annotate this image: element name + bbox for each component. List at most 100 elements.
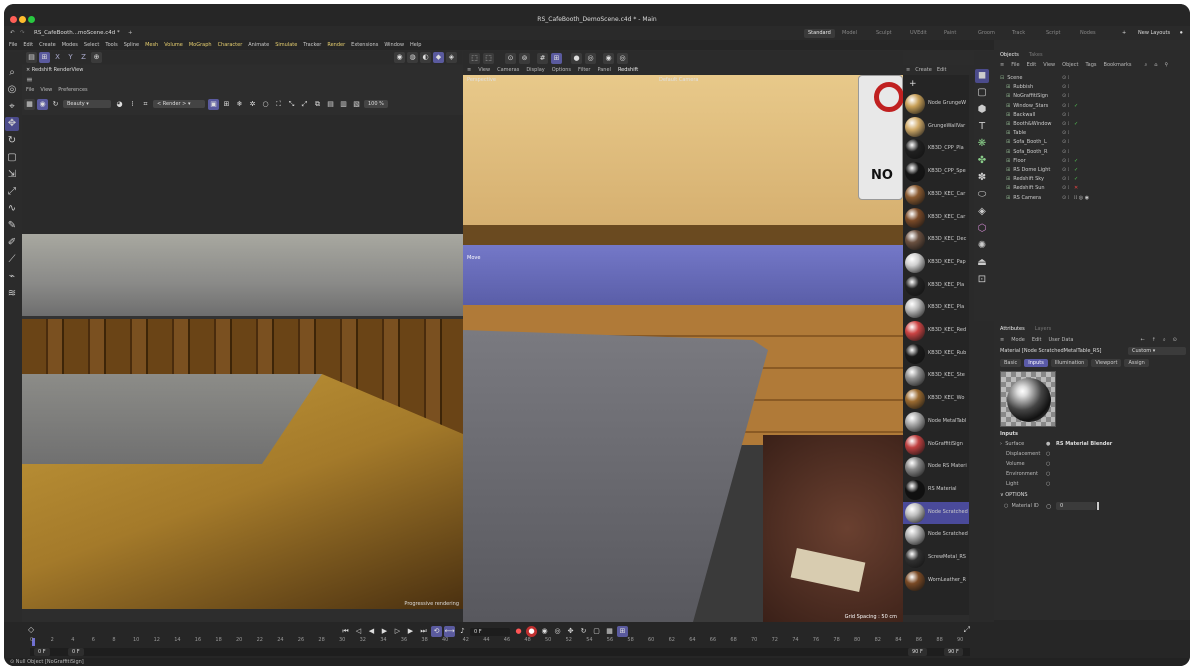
new-tab-button[interactable]: + [128,28,133,38]
am-menu-userdata[interactable]: User Data [1049,337,1074,343]
rotate-tool-icon[interactable]: ↻ [5,134,19,148]
zoom-field[interactable]: 100 % [364,100,388,108]
check-icon[interactable]: ✓ [1074,166,1078,175]
menu-create[interactable]: Create [39,42,56,48]
color-circle-icon[interactable]: ◕ [114,99,125,110]
options-section[interactable]: ∨ OPTIONS [1000,492,1028,498]
object-mode-icon[interactable]: ◆ [433,52,444,63]
om-menu-bookmarks[interactable]: Bookmarks [1104,62,1132,68]
refresh-icon[interactable]: ↻ [50,99,61,110]
save-image-icon[interactable]: ▥ [338,99,349,110]
am-search-icon[interactable]: ⌕ [1163,337,1166,343]
om-filter-icon[interactable]: ⚲ [1164,62,1168,68]
camera-obj-icon[interactable]: ⬡ [975,222,989,236]
om-menu-file[interactable]: File [1011,62,1019,68]
axis-x[interactable]: X [52,52,63,63]
menu-simulate[interactable]: Simulate [275,42,297,48]
subtab-inputs[interactable]: Inputs [1024,359,1048,367]
polygon-mode-icon[interactable]: ◐ [420,52,431,63]
visibility-dots-icon[interactable]: ⊙ ⁞ [1062,92,1069,101]
edge-mode-icon[interactable]: ◍ [407,52,418,63]
viewport[interactable]: NO Perspective Default Camera Move Grid … [463,75,903,622]
om-menu-view[interactable]: View [1043,62,1055,68]
attr-field-dot-icon[interactable]: ○ [1046,481,1050,487]
visibility-dots-icon[interactable]: ⊙ ⁞ [1062,74,1069,83]
light-icon[interactable]: ◎ [617,53,628,64]
new-layouts-label[interactable]: New Layouts [1134,29,1174,38]
vp-menu-redshift[interactable]: Redshift [618,67,638,73]
cube-icon[interactable]: ◼ [975,69,989,83]
brush-icon[interactable]: ✐ [5,236,19,250]
visibility-dots-icon[interactable]: ⊙ ⁞ [1062,120,1069,129]
preview-start-field[interactable]: 0 F [68,648,84,656]
spline-icon[interactable]: ▢ [975,86,989,100]
primitive-icon[interactable]: ⬢ [975,103,989,117]
object-row[interactable]: ⊞ Redshift Sun ⊙ ⁞ ✕ [1000,184,1180,193]
add-layout-icon[interactable]: + [1118,29,1130,38]
object-row[interactable]: ⊞ Floor ⊙ ⁞ ✓ [1000,157,1180,166]
workplane-snap-icon[interactable]: ⊞ [551,53,562,64]
region-icon[interactable]: ⛶ [273,99,284,110]
circle-icon[interactable]: ○ [260,99,271,110]
material-item[interactable]: Node Scratched [903,501,969,524]
coordinate-system-icon[interactable]: ⊕ [91,52,102,63]
workplane-icon[interactable]: ⌖ [5,100,19,114]
generator-icon[interactable]: ❋ [975,137,989,151]
attr-field-dot-icon[interactable]: ○ [1046,461,1050,467]
layout-tab-0[interactable]: Standard [804,29,835,38]
check-icon[interactable]: ✓ [1074,120,1078,129]
vp-camera-label-right[interactable]: Default Camera [659,77,698,83]
volume-icon[interactable]: ◈ [975,205,989,219]
subtab-assign[interactable]: Assign [1124,359,1149,367]
material-item[interactable]: KB3D_KEC_Red [903,320,969,342]
visibility-dots-icon[interactable]: ⊙ ⁞ [1062,166,1069,175]
menu-file[interactable]: File [9,42,17,48]
material-id-field[interactable]: 0 [1056,502,1096,510]
fit-icon[interactable]: ⤡ [286,99,297,110]
undo-icon[interactable]: ▤ [26,52,37,63]
sculpt-icon[interactable]: ≋ [5,287,19,301]
point-mode-icon[interactable]: ◉ [394,52,405,63]
grid-snap-icon[interactable]: # [537,53,548,64]
vp-menu-display[interactable]: Display [526,67,544,73]
object-row[interactable]: ⊞ RS Camera ⊙ ⁞ ⁞⁞ ◎ ◉ [1000,194,1180,203]
subtab-basic[interactable]: Basic [1000,359,1022,367]
subtab-illumination[interactable]: Illumination [1050,359,1089,367]
layout-tab-3[interactable]: UVEdit [906,29,931,38]
am-lock-icon[interactable]: ⊙ [1173,337,1177,343]
menu-tools[interactable]: Tools [105,42,117,48]
menu-spline[interactable]: Spline [124,42,139,48]
object-row[interactable]: ⊞ Window_Stars ⊙ ⁞ ✓ [1000,102,1180,111]
menu-select[interactable]: Select [84,42,99,48]
snap-icon[interactable]: ◎ [5,83,19,97]
end-frame-field[interactable]: 90 F [944,648,963,656]
camera-icon[interactable]: ◉ [603,53,614,64]
history-icon[interactable]: ▤ [325,99,336,110]
material-item[interactable]: KB3D_CPP_Spe [903,161,969,183]
material-item[interactable]: KB3D_KEC_Dec [903,229,969,251]
preview-end-field[interactable]: 90 F [908,648,927,656]
back-arrow-icon[interactable]: ← [1140,337,1144,343]
object-row[interactable]: ⊞ Booth&Window ⊙ ⁞ ✓ [1000,120,1180,129]
tab-objects[interactable]: Objects [1000,52,1019,58]
subtab-viewport[interactable]: Viewport [1091,359,1122,367]
ipr-icon[interactable]: ▣ [208,98,219,110]
om-home-icon[interactable]: ⌂ [1154,62,1157,68]
add-material-icon[interactable]: + [909,79,917,89]
paint-icon[interactable]: ✎ [5,219,19,233]
knife-icon[interactable]: ⟋ [5,253,19,267]
visibility-dots-icon[interactable]: ⊙ ⁞ [1062,83,1069,92]
surface-row[interactable]: › Surface [1000,441,1024,447]
material-item[interactable]: KB3D_KEC_Pap [903,252,969,274]
layout-tab-2[interactable]: Sculpt [872,29,896,38]
object-row[interactable]: ⊞ Backwall ⊙ ⁞ [1000,111,1180,120]
attr-field-dot-icon[interactable]: ○ [1046,451,1050,457]
menu-extensions[interactable]: Extensions [351,42,378,48]
expand-icon[interactable]: ⤢ [299,99,310,110]
object-row[interactable]: ⊞ RS Dome Light ⊙ ⁞ ✓ [1000,166,1180,175]
am-hamburger-icon[interactable]: ≡ [1000,337,1004,343]
vp-menu-panel[interactable]: Panel [597,67,611,73]
crop-icon[interactable]: ⌗ [140,99,151,110]
material-item[interactable]: GrungeWallVar [903,116,969,138]
vp-menu-filter[interactable]: Filter [578,67,590,73]
